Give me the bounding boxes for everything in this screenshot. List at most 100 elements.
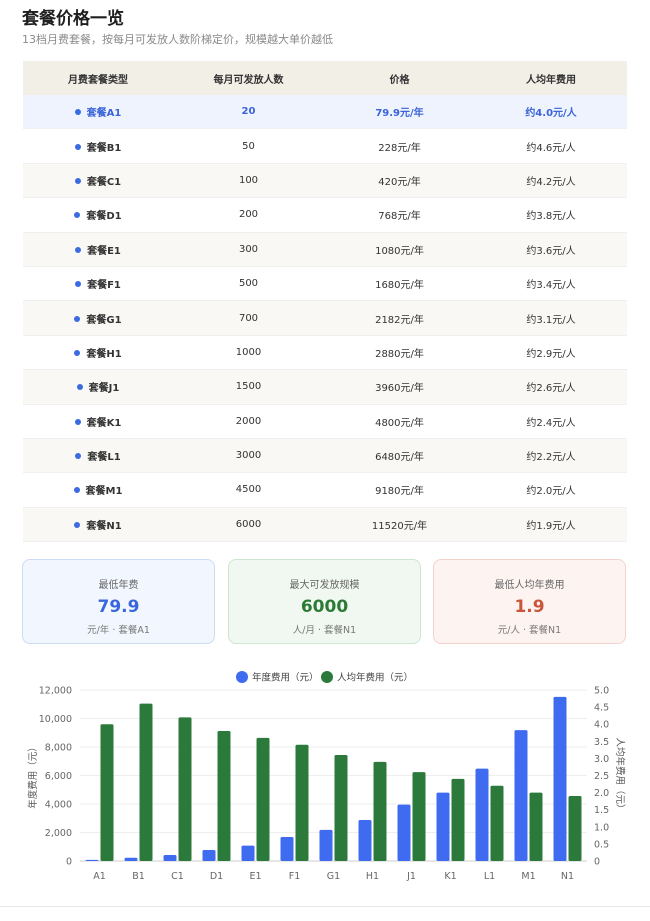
plan-dot-icon [75, 246, 82, 253]
bar-annual-cost [85, 859, 99, 861]
plan-name-text: 套餐J1 [88, 383, 120, 395]
y-tick-left: 6,000 [45, 771, 72, 782]
legend-label: 年度费用（元） [252, 672, 319, 684]
bar-annual-cost [436, 792, 450, 861]
bar-annual-cost [397, 804, 411, 861]
card-max-scale-value: 6000 [300, 597, 349, 617]
card-min-price-label: 最低年费 [98, 580, 139, 591]
plan-dot-icon [74, 315, 81, 322]
bar-annual-cost [319, 829, 333, 861]
cell-price: 768元/年 [378, 211, 421, 223]
cell-monthly-count: 1500 [235, 381, 262, 393]
bar-annual-cost [553, 696, 567, 861]
cell-monthly-count: 20 [241, 106, 256, 118]
y-tick-right: 1.5 [594, 805, 609, 816]
plan-name-text: 套餐M1 [85, 486, 123, 498]
cell-plan-name: 套餐C1 [23, 173, 173, 188]
cell-per-person-cost: 约3.4元/人 [526, 280, 576, 292]
x-tick-label: A1 [93, 871, 106, 882]
y-tick-left: 12,000 [39, 686, 72, 697]
cell-per-person-cost: 约3.8元/人 [526, 211, 576, 223]
cell-plan-name: 套餐M1 [23, 482, 173, 497]
y-tick-left: 2,000 [45, 828, 72, 839]
cell-per-person-cost: 约2.6元/人 [526, 383, 576, 395]
y-tick-left: 8,000 [45, 743, 72, 754]
plan-name-text: 套餐L1 [87, 452, 121, 464]
x-tick-label: H1 [366, 871, 379, 882]
col-header-price: 价格 [389, 74, 410, 86]
y-tick-right: 2.0 [594, 788, 609, 799]
cell-per-person-cost: 约4.0元/人 [525, 108, 577, 120]
bar-annual-cost [358, 819, 372, 861]
card-min-per: 最低人均年费用 1.9 元/人 · 套餐N1 [433, 559, 626, 644]
table-row: 套餐J1 1500 3960元/年 约2.6元/人 [23, 370, 627, 405]
table-row: 套餐M1 4500 9180元/年 约2.0元/人 [23, 473, 627, 508]
bar-chart: 0 2,000 4,000 6,000 8,000 10,000 12,000 0 0.5 1.0… [27, 671, 626, 882]
cell-price: 2182元/年 [375, 314, 424, 326]
card-min-price-sub: 元/年 · 套餐A1 [87, 625, 150, 636]
card-min-price-value: 79.9 [97, 597, 140, 617]
cell-per-person-cost: 约4.6元/人 [526, 142, 576, 154]
bar-per-person-cost [334, 754, 348, 861]
bar-annual-cost [475, 768, 489, 861]
bar-annual-cost [124, 857, 138, 861]
plan-name-text: 套餐H1 [86, 348, 122, 360]
cell-plan-name: 套餐F1 [23, 276, 173, 291]
card-min-per-value: 1.9 [514, 597, 545, 617]
y-tick-right: 0 [594, 857, 600, 868]
table-header: 月费套餐类型 每月可发放人数 价格 人均年费用 [23, 61, 627, 95]
plan-name-text: 套餐C1 [86, 176, 122, 188]
table-row: 套餐A1 20 79.9元/年 约4.0元/人 [23, 95, 627, 130]
cell-plan-name: 套餐H1 [23, 345, 173, 360]
cell-plan-name: 套餐N1 [23, 517, 173, 532]
bar-annual-cost [514, 730, 528, 861]
plan-dot-icon [75, 281, 82, 288]
bar-per-person-cost [568, 796, 582, 861]
legend-marker [236, 671, 248, 683]
table-row: 套餐C1 100 420元/年 约4.2元/人 [23, 163, 627, 199]
plan-name-text: 套餐D1 [86, 211, 122, 223]
cell-per-person-cost: 约3.6元/人 [526, 245, 576, 257]
bar-per-person-cost [490, 785, 504, 861]
cell-monthly-count: 6000 [235, 518, 262, 530]
footer-divider [0, 906, 650, 921]
bar-annual-cost [163, 855, 177, 861]
bar-annual-cost [241, 845, 255, 861]
cell-monthly-count: 2000 [235, 415, 262, 427]
table-row: 套餐N1 6000 11520元/年 约1.9元/人 [23, 507, 627, 543]
legend-marker [321, 671, 333, 683]
cell-per-person-cost: 约2.9元/人 [526, 348, 576, 360]
bar-per-person-cost [529, 792, 543, 861]
cell-plan-name: 套餐A1 [23, 104, 173, 119]
y-tick-right: 3.0 [594, 754, 609, 765]
cell-monthly-count: 3000 [235, 450, 262, 462]
cell-price: 420元/年 [378, 176, 421, 188]
cell-price: 79.9元/年 [375, 108, 424, 120]
x-tick-label: N1 [561, 871, 574, 882]
x-tick-label: G1 [327, 871, 340, 882]
y-axis-title-left: 年度费用（元） [27, 742, 39, 809]
plan-dot-icon [74, 177, 81, 184]
cell-per-person-cost: 约2.4元/人 [526, 417, 576, 429]
table-row: 套餐F1 500 1680元/年 约3.4元/人 [23, 267, 627, 302]
bar-per-person-cost [139, 703, 153, 861]
cell-per-person-cost: 约2.0元/人 [526, 486, 576, 498]
x-tick-label: B1 [132, 871, 145, 882]
cell-price: 4800元/年 [375, 417, 424, 429]
bar-per-person-cost [256, 737, 270, 861]
y-tick-right: 3.5 [594, 737, 609, 748]
plan-dot-icon [74, 109, 81, 116]
cell-plan-name: 套餐L1 [23, 448, 173, 463]
plan-name-text: 套餐E1 [87, 245, 121, 257]
cell-plan-name: 套餐B1 [23, 139, 173, 154]
bar-per-person-cost [217, 731, 231, 861]
y-tick-right: 2.5 [594, 771, 609, 782]
col-header-per: 人均年费用 [526, 74, 576, 86]
cell-monthly-count: 100 [238, 174, 259, 186]
cell-price: 3960元/年 [375, 383, 424, 395]
card-max-scale-sub: 人/月 · 套餐N1 [292, 625, 357, 636]
plan-name-text: 套餐N1 [86, 520, 122, 532]
table-body: 套餐A1 20 79.9元/年 约4.0元/人 套餐B1 50 228元/年 约4.6元/人套… [23, 95, 627, 543]
bar-annual-cost [202, 850, 216, 861]
cell-plan-name: 套餐G1 [23, 311, 173, 326]
